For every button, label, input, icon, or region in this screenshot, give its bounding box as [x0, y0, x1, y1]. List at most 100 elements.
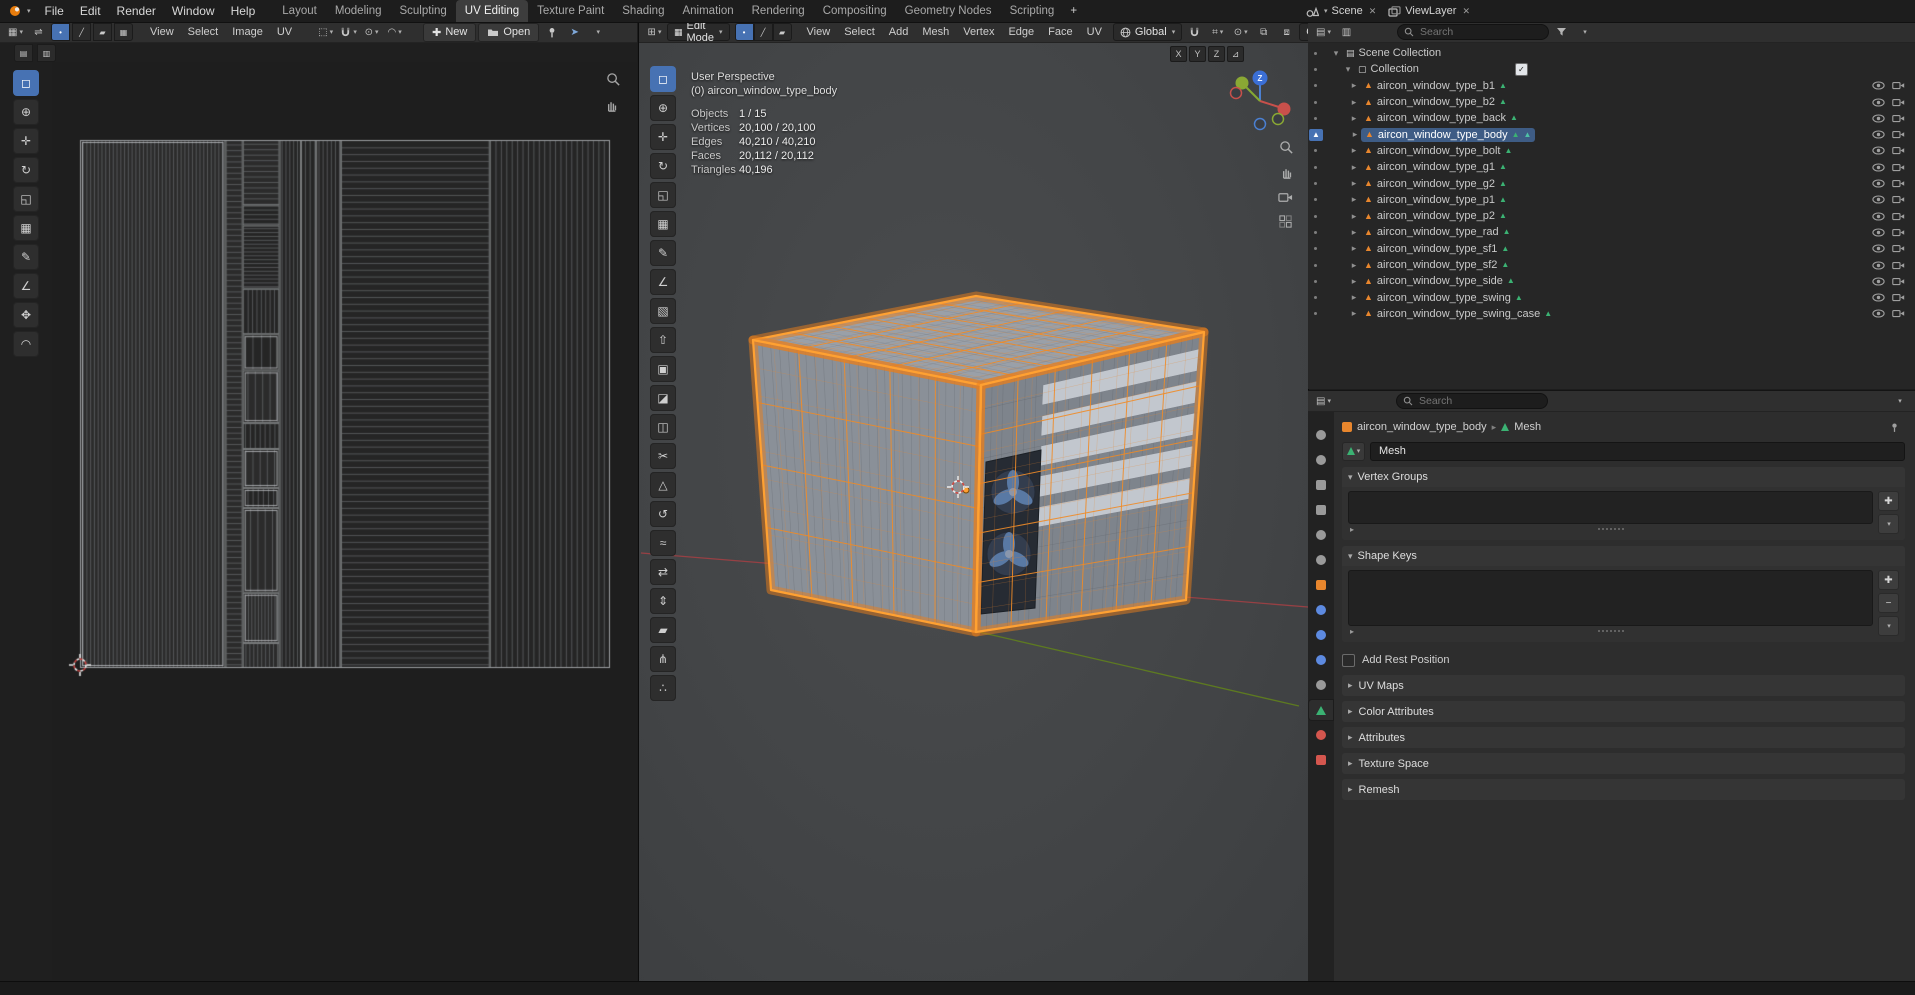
uv-menu-image[interactable]: Image [225, 26, 270, 38]
viewport-menu-edge[interactable]: Edge [1001, 26, 1041, 38]
mesh-name-field[interactable] [1370, 441, 1905, 461]
properties-tab-particles[interactable] [1309, 625, 1333, 645]
render-visibility-icon[interactable] [1892, 195, 1905, 204]
vertex-groups-list[interactable] [1348, 491, 1873, 524]
hide-eye-icon[interactable] [1872, 163, 1885, 172]
menu-edit[interactable]: Edit [72, 0, 109, 22]
panel-uv-maps[interactable]: ▸ UV Maps [1342, 675, 1905, 696]
outliner-object-row[interactable]: ▸ ▲ aircon_window_type_b1 ▲ [1308, 78, 1915, 94]
vertex-group-specials-button[interactable]: ▾ [1878, 514, 1899, 534]
transform-tool[interactable]: ▦ [650, 211, 676, 237]
workspace-tab-rendering[interactable]: Rendering [743, 0, 814, 22]
properties-tab-physics[interactable] [1309, 650, 1333, 670]
uv-image-select-toggle[interactable]: ▥ [37, 44, 56, 62]
expand-arrow-icon[interactable]: ▸ [1348, 211, 1360, 222]
panel-attributes[interactable]: ▸ Attributes [1342, 727, 1905, 748]
render-visibility-icon[interactable] [1892, 179, 1905, 188]
viewport-menu-add[interactable]: Add [882, 26, 916, 38]
shape-keys-panel-header[interactable]: ▾ Shape Keys [1342, 546, 1905, 566]
object-name-cluster[interactable]: ▲ aircon_window_type_body ▲ ▲ [1361, 127, 1536, 142]
hide-eye-icon[interactable] [1872, 277, 1885, 286]
object-name-cluster[interactable]: ▲ aircon_window_type_g2 ▲ [1360, 177, 1511, 191]
viewport-editor-type-button[interactable]: ⊞ ▾ [644, 24, 665, 40]
breadcrumb-data[interactable]: Mesh [1514, 421, 1541, 433]
knife-tool[interactable]: ✂ [650, 443, 676, 469]
render-visibility-icon[interactable] [1892, 163, 1905, 172]
shape-keys-list[interactable] [1348, 570, 1873, 626]
snap-target-dropdown[interactable]: ⌗ ▾ [1207, 24, 1228, 40]
uv-editor-type-button[interactable]: ▦ ▾ [5, 24, 26, 40]
render-visibility-icon[interactable] [1892, 309, 1905, 318]
uv-select-face-toggle[interactable]: ▰ [93, 23, 112, 41]
expand-arrow-icon[interactable]: ▸ [1350, 525, 1354, 534]
scale-tool[interactable]: ◱ [13, 186, 39, 212]
expand-arrow-icon[interactable]: ▸ [1348, 227, 1360, 238]
loop-cut-tool[interactable]: ◫ [650, 414, 676, 440]
render-visibility-icon[interactable] [1892, 244, 1905, 253]
hide-eye-icon[interactable] [1872, 97, 1885, 107]
properties-tab-output[interactable] [1309, 475, 1333, 495]
outliner-object-row[interactable]: ▸ ▲ aircon_window_type_bolt ▲ [1308, 143, 1915, 159]
resize-grip[interactable] [1597, 630, 1624, 632]
outliner-object-row[interactable]: ▸ ▲ aircon_window_type_g1 ▲ [1308, 159, 1915, 175]
object-name-cluster[interactable]: ▲ aircon_window_type_bolt ▲ [1360, 144, 1516, 158]
object-name-cluster[interactable]: ▲ aircon_window_type_rad ▲ [1360, 225, 1515, 239]
collection-exclude-checkbox[interactable]: ✓ [1514, 62, 1528, 76]
scale-tool[interactable]: ◱ [650, 182, 676, 208]
uv-select-vertex-toggle[interactable]: • [51, 23, 70, 41]
workspace-tab-shading[interactable]: Shading [613, 0, 673, 22]
spin-tool[interactable]: ↺ [650, 501, 676, 527]
hide-eye-icon[interactable] [1872, 81, 1885, 90]
expand-arrow-icon[interactable]: ▸ [1348, 243, 1360, 254]
workspace-tab-animation[interactable]: Animation [673, 0, 742, 22]
uv-select-edge-toggle[interactable]: ╱ [72, 23, 91, 41]
unlink-viewlayer-button[interactable]: ✕ [1460, 6, 1472, 17]
snap-widget-toggle[interactable]: ⊿ [1227, 46, 1244, 62]
outliner-search[interactable] [1397, 24, 1549, 40]
hide-eye-icon[interactable] [1872, 212, 1885, 221]
hide-eye-icon[interactable] [1872, 114, 1885, 123]
annotate-tool[interactable]: ✎ [650, 240, 676, 266]
render-visibility-icon[interactable] [1892, 114, 1905, 123]
outliner-editor-type-button[interactable]: ▤ ▾ [1313, 24, 1334, 40]
remove-shape-key-button[interactable]: − [1878, 593, 1899, 613]
shrink-fatten-tool[interactable]: ⇕ [650, 588, 676, 614]
outliner-object-row[interactable]: ▸ ▲ aircon_window_type_g2 ▲ [1308, 175, 1915, 191]
mesh-browse-button[interactable]: ▾ [1342, 441, 1365, 461]
snap-magnet-icon[interactable] [1184, 24, 1205, 40]
add-workspace-button[interactable]: + [1063, 0, 1084, 22]
workspace-tab-modeling[interactable]: Modeling [326, 0, 391, 22]
hide-eye-icon[interactable] [1872, 228, 1885, 237]
gizmo-y-neg-axis[interactable] [1271, 112, 1285, 126]
annotate-tool[interactable]: ✎ [13, 244, 39, 270]
properties-options-dropdown[interactable]: ▾ [1889, 393, 1910, 409]
uv-header-dropdown[interactable]: ▾ [587, 24, 608, 40]
expand-arrow-icon[interactable]: ▸ [1348, 194, 1360, 205]
pin-id-icon[interactable] [1884, 419, 1905, 435]
render-visibility-icon[interactable] [1892, 81, 1905, 90]
object-name-cluster[interactable]: ▲ aircon_window_type_side ▲ [1360, 274, 1519, 288]
outliner-collection-row[interactable]: ▾ ▢ Collection ✓ [1308, 61, 1915, 77]
hide-eye-icon[interactable] [1872, 146, 1885, 155]
properties-tab-world[interactable] [1309, 550, 1333, 570]
outliner-object-row[interactable]: ▸ ▲ aircon_window_type_sf1 ▲ [1308, 241, 1915, 257]
snap-magnet-icon[interactable]: ▾ [338, 24, 359, 40]
viewport-menu-vertex[interactable]: Vertex [956, 26, 1001, 38]
outliner-object-row[interactable]: ▸ ▲ aircon_window_type_p2 ▲ [1308, 208, 1915, 224]
object-name-cluster[interactable]: ▲ aircon_window_type_g1 ▲ [1360, 160, 1511, 174]
measure-tool[interactable]: ∠ [650, 269, 676, 295]
hide-eye-icon[interactable] [1872, 179, 1885, 188]
outliner-object-row[interactable]: ▸ ▲ aircon_window_type_back ▲ [1308, 110, 1915, 126]
menu-help[interactable]: Help [223, 0, 264, 22]
properties-tab-tool[interactable] [1309, 425, 1333, 445]
shape-key-specials-button[interactable]: ▾ [1878, 616, 1899, 636]
add-shape-key-button[interactable]: ✚ [1878, 570, 1899, 590]
uv-select-island-toggle[interactable]: ▦ [114, 23, 133, 41]
viewport-camera-icon[interactable] [1276, 188, 1294, 206]
add-vertex-group-button[interactable]: ✚ [1878, 491, 1899, 511]
hide-eye-icon[interactable] [1872, 195, 1885, 204]
workspace-tab-compositing[interactable]: Compositing [814, 0, 896, 22]
inset-faces-tool[interactable]: ▣ [650, 356, 676, 382]
resize-grip[interactable] [1597, 528, 1624, 530]
smooth-tool[interactable]: ≈ [650, 530, 676, 556]
